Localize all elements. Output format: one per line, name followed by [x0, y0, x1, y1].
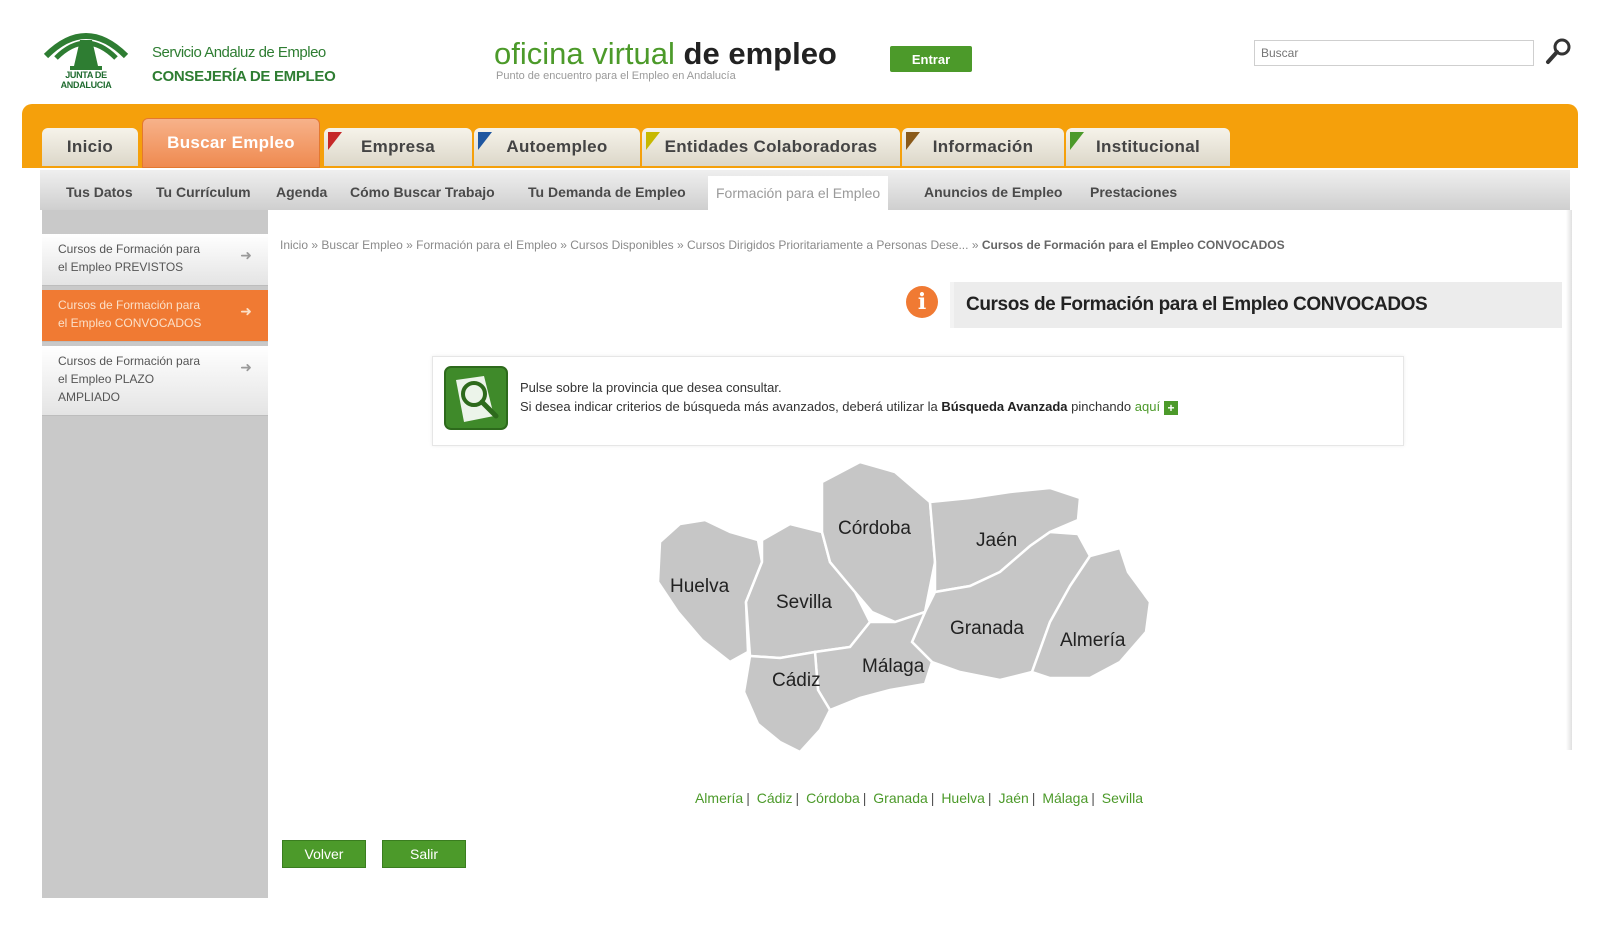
sidebar-item-line: el Empleo PLAZO [58, 372, 155, 386]
breadcrumb-current: Cursos de Formación para el Empleo CONVO… [981, 238, 1285, 252]
sidebar-item-line: Cursos de Formación para [58, 298, 201, 312]
link-separator: | [746, 790, 750, 806]
province-link-sevilla[interactable]: Sevilla [1102, 790, 1143, 806]
search-icon[interactable] [1544, 36, 1574, 66]
sidebar-item-line: Cursos de Formación para [58, 354, 201, 368]
sidebar-item-line: el Empleo PREVISTOS [58, 260, 184, 274]
breadcrumb-item[interactable]: Formación para el Empleo [416, 238, 557, 252]
content-right-edge [1566, 210, 1572, 750]
subnav-como-buscar-trabajo[interactable]: Cómo Buscar Trabajo [350, 184, 495, 200]
breadcrumb-item[interactable]: Cursos Disponibles [570, 238, 673, 252]
site-title-part2: de empleo [683, 36, 837, 71]
map-label-granada: Granada [950, 618, 1024, 639]
site-title-part1: oficina virtual [494, 36, 675, 71]
andalucia-map: Huelva Sevilla Córdoba Jaén Granada Alme… [656, 462, 1152, 754]
sidebar-item-previstos[interactable]: Cursos de Formación para el Empleo PREVI… [42, 234, 268, 286]
flag-icon [328, 132, 342, 150]
flag-icon [478, 132, 492, 150]
breadcrumb-separator: » [560, 238, 567, 252]
tab-institucional-label: Institucional [1095, 137, 1200, 156]
breadcrumb-item[interactable]: Cursos Dirigidos Prioritariamente a Pers… [687, 238, 968, 252]
breadcrumb-separator: » [406, 238, 413, 252]
subnav-formacion-para-el-empleo[interactable]: Formación para el Empleo [708, 176, 889, 210]
subnav-tus-datos[interactable]: Tus Datos [66, 184, 133, 200]
link-separator: | [930, 790, 935, 806]
flag-icon [906, 132, 920, 150]
advanced-search-link[interactable]: aquí [1135, 399, 1160, 414]
sidebar-item-line: AMPLIADO [58, 390, 121, 404]
instructions-line1: Pulse sobre la provincia que desea consu… [520, 380, 782, 395]
breadcrumb-separator: » [676, 238, 684, 252]
tab-informacion-label: Información [932, 137, 1034, 156]
tab-institucional[interactable]: Institucional [1066, 128, 1230, 166]
link-separator: | [1031, 790, 1036, 806]
flag-icon [1070, 132, 1084, 150]
tab-empresa-label: Empresa [361, 137, 435, 156]
map-label-almeria: Almería [1060, 630, 1126, 651]
tab-buscar-empleo[interactable]: Buscar Empleo [142, 118, 320, 168]
arrow-right-icon: ➜ [240, 247, 252, 263]
link-separator: | [795, 790, 800, 806]
brand-service-name: Servicio Andaluz de Empleo [152, 44, 326, 61]
tab-autoempleo-label: Autoempleo [506, 137, 608, 156]
province-link-almeria[interactable]: Almería [695, 790, 743, 806]
province-cadiz[interactable] [742, 650, 832, 754]
province-link-huelva[interactable]: Huelva [941, 790, 985, 806]
province-link-granada[interactable]: Granada [873, 790, 927, 806]
subnav-anuncios-de-empleo[interactable]: Anuncios de Empleo [924, 184, 1062, 200]
sidebar-item-plazo-ampliado[interactable]: Cursos de Formación para el Empleo PLAZO… [42, 346, 268, 416]
province-link-jaen[interactable]: Jaén [998, 790, 1028, 806]
province-links: Almería | Cádiz | Córdoba | Granada | Huelva… [676, 790, 1162, 806]
link-separator: | [987, 790, 992, 806]
link-separator: | [1091, 790, 1095, 806]
brand-consejeria-name: CONSEJERÍA DE EMPLEO [152, 68, 336, 85]
subnav-agenda[interactable]: Agenda [276, 184, 327, 200]
tab-empresa[interactable]: Empresa [324, 128, 472, 166]
tab-informacion[interactable]: Información [902, 128, 1064, 166]
sidebar-item-line: el Empleo CONVOCADOS [58, 316, 202, 330]
map-label-huelva: Huelva [670, 576, 730, 597]
link-separator: | [862, 790, 867, 806]
breadcrumb: Inicio » Buscar Empleo » Formación para … [280, 238, 1285, 252]
breadcrumb-separator: » [311, 238, 319, 252]
map-label-jaen: Jaén [976, 530, 1017, 551]
advanced-search-text: Búsqueda Avanzada [941, 399, 1068, 414]
instructions-line2: Si desea indicar criterios de búsqueda m… [520, 399, 1179, 415]
map-label-cordoba: Córdoba [838, 518, 911, 539]
flag-icon [646, 132, 660, 150]
tab-inicio[interactable]: Inicio [42, 128, 138, 166]
entrar-button[interactable]: Entrar [890, 46, 972, 72]
breadcrumb-separator: » [971, 238, 979, 252]
tab-entidades-label: Entidades Colaboradoras [664, 137, 878, 156]
search-document-icon [444, 366, 508, 430]
sidebar-item-line: Cursos de Formación para [58, 242, 201, 256]
subnav-tu-curriculum[interactable]: Tu Currículum [156, 184, 251, 200]
subnav-tu-demanda-de-empleo[interactable]: Tu Demanda de Empleo [528, 184, 686, 200]
arrow-right-icon: ➜ [240, 359, 252, 375]
tab-entidades-colaboradoras[interactable]: Entidades Colaboradoras [642, 128, 900, 166]
subnav-prestaciones[interactable]: Prestaciones [1090, 184, 1177, 200]
search-input[interactable] [1254, 40, 1534, 66]
sidebar-item-convocados[interactable]: Cursos de Formación para el Empleo CONVO… [42, 290, 268, 342]
site-title: oficina virtual de empleo [494, 36, 837, 72]
volver-button[interactable]: Volver [282, 840, 366, 868]
salir-button[interactable]: Salir [382, 840, 466, 868]
province-link-cordoba[interactable]: Córdoba [806, 790, 860, 806]
site-subtitle: Punto de encuentro para el Empleo en And… [496, 70, 736, 82]
map-label-malaga: Málaga [862, 656, 925, 677]
province-link-cadiz[interactable]: Cádiz [757, 790, 793, 806]
map-label-cadiz: Cádiz [772, 670, 821, 691]
page-title: Cursos de Formación para el Empleo CONVO… [966, 294, 1428, 315]
instructions-text: Si desea indicar criterios de búsqueda m… [520, 399, 938, 414]
plus-icon[interactable]: + [1164, 400, 1179, 415]
map-label-sevilla: Sevilla [776, 592, 832, 613]
province-link-malaga[interactable]: Málaga [1042, 790, 1088, 806]
info-icon: i [906, 286, 938, 318]
instructions-text: pinchando [1071, 399, 1132, 414]
arrow-right-icon: ➜ [240, 303, 252, 319]
tab-autoempleo[interactable]: Autoempleo [474, 128, 640, 166]
junta-andalucia-logo-text: JUNTA DE ANDALUCIA [60, 70, 112, 90]
breadcrumb-item[interactable]: Inicio [280, 238, 308, 252]
breadcrumb-item[interactable]: Buscar Empleo [321, 238, 402, 252]
